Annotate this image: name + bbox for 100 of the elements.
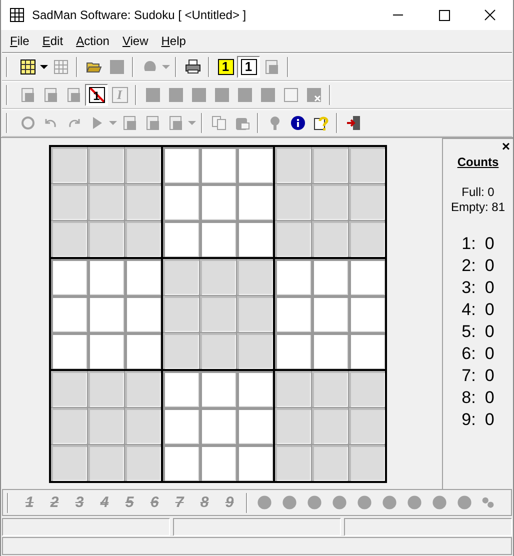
sudoku-cell[interactable] — [88, 146, 124, 182]
circle-icon[interactable] — [356, 494, 373, 511]
sudoku-cell[interactable] — [200, 408, 236, 444]
digit-count: 0 — [484, 365, 494, 387]
circle-icon[interactable] — [256, 494, 273, 511]
sudoku-cell[interactable] — [200, 146, 236, 182]
sudoku-cell[interactable] — [162, 370, 198, 406]
menu-item[interactable]: Help — [154, 34, 192, 48]
sudoku-cell[interactable] — [274, 220, 310, 256]
sudoku-cell[interactable] — [236, 184, 272, 220]
sudoku-cell[interactable] — [236, 332, 272, 368]
sudoku-cell[interactable] — [348, 408, 384, 444]
sudoku-cell[interactable] — [312, 146, 348, 182]
sudoku-cell[interactable] — [312, 370, 348, 406]
sudoku-cell[interactable] — [88, 184, 124, 220]
sudoku-cell[interactable] — [312, 184, 348, 220]
sudoku-cell[interactable] — [348, 220, 384, 256]
menu-item[interactable]: View — [115, 34, 154, 48]
sudoku-cell[interactable] — [124, 296, 160, 332]
sudoku-cell[interactable] — [124, 184, 160, 220]
sudoku-cell[interactable] — [162, 332, 198, 368]
sudoku-cell[interactable] — [236, 408, 272, 444]
sudoku-cell[interactable] — [200, 258, 236, 294]
sudoku-cell[interactable] — [274, 184, 310, 220]
sudoku-cell[interactable] — [50, 296, 86, 332]
sudoku-cell[interactable] — [274, 408, 310, 444]
sudoku-cell[interactable] — [236, 370, 272, 406]
circle-icon[interactable] — [431, 494, 448, 511]
sudoku-cell[interactable] — [88, 296, 124, 332]
sudoku-cell[interactable] — [50, 444, 86, 480]
sudoku-cell[interactable] — [50, 146, 86, 182]
sudoku-cell[interactable] — [124, 220, 160, 256]
sudoku-cell[interactable] — [236, 444, 272, 480]
sudoku-cell[interactable] — [348, 146, 384, 182]
sudoku-cell[interactable] — [50, 258, 86, 294]
sudoku-cell[interactable] — [88, 332, 124, 368]
sudoku-cell[interactable] — [274, 146, 310, 182]
sudoku-cell[interactable] — [50, 332, 86, 368]
sudoku-cell[interactable] — [348, 258, 384, 294]
sudoku-cell[interactable] — [200, 296, 236, 332]
menu-item[interactable]: Edit — [35, 34, 70, 48]
sudoku-cell[interactable] — [162, 408, 198, 444]
sudoku-cell[interactable] — [312, 332, 348, 368]
sudoku-cell[interactable] — [236, 220, 272, 256]
circle-icon[interactable] — [406, 494, 423, 511]
sudoku-cell[interactable] — [274, 296, 310, 332]
sudoku-cell[interactable] — [124, 444, 160, 480]
circle-icon[interactable] — [331, 494, 348, 511]
sudoku-cell[interactable] — [162, 444, 198, 480]
toolbar-button[interactable]: 1 — [237, 56, 260, 78]
panel-close-button[interactable]: × — [502, 139, 510, 153]
sudoku-cell[interactable] — [348, 370, 384, 406]
sudoku-cell[interactable] — [236, 296, 272, 332]
sudoku-cell[interactable] — [200, 332, 236, 368]
sudoku-cell[interactable] — [236, 146, 272, 182]
sudoku-cell[interactable] — [50, 370, 86, 406]
sudoku-cell[interactable] — [50, 408, 86, 444]
sudoku-cell[interactable] — [162, 184, 198, 220]
sudoku-cell[interactable] — [274, 444, 310, 480]
sudoku-cell[interactable] — [88, 220, 124, 256]
sudoku-cell[interactable] — [124, 408, 160, 444]
sudoku-cell[interactable] — [312, 220, 348, 256]
sudoku-cell[interactable] — [124, 370, 160, 406]
sudoku-cell[interactable] — [312, 258, 348, 294]
circle-icon[interactable] — [456, 494, 473, 511]
sudoku-cell[interactable] — [50, 184, 86, 220]
sudoku-cell[interactable] — [200, 184, 236, 220]
sudoku-cell[interactable] — [88, 370, 124, 406]
circle-icon[interactable] — [306, 494, 323, 511]
menu-item[interactable]: File — [3, 34, 36, 48]
sudoku-cell[interactable] — [124, 332, 160, 368]
sudoku-cell[interactable] — [348, 444, 384, 480]
menu-item[interactable]: Action — [69, 34, 116, 48]
sudoku-cell[interactable] — [162, 146, 198, 182]
sudoku-cell[interactable] — [88, 408, 124, 444]
sudoku-cell[interactable] — [236, 258, 272, 294]
circle-icon[interactable] — [381, 494, 398, 511]
circle-icon[interactable] — [281, 494, 298, 511]
sudoku-cell[interactable] — [312, 444, 348, 480]
sudoku-cell[interactable] — [274, 370, 310, 406]
sudoku-cell[interactable] — [274, 258, 310, 294]
sudoku-cell[interactable] — [50, 220, 86, 256]
sudoku-cell[interactable] — [124, 258, 160, 294]
sudoku-cell[interactable] — [200, 220, 236, 256]
sudoku-cell[interactable] — [312, 296, 348, 332]
sudoku-cell[interactable] — [348, 296, 384, 332]
dots-icon[interactable] — [481, 496, 495, 510]
sudoku-cell[interactable] — [124, 146, 160, 182]
sudoku-cell[interactable] — [200, 444, 236, 480]
sudoku-cell[interactable] — [88, 444, 124, 480]
digit-label: 3: — [462, 277, 476, 299]
sudoku-cell[interactable] — [88, 258, 124, 294]
sudoku-cell[interactable] — [162, 258, 198, 294]
sudoku-cell[interactable] — [162, 220, 198, 256]
sudoku-cell[interactable] — [200, 370, 236, 406]
sudoku-cell[interactable] — [348, 332, 384, 368]
sudoku-cell[interactable] — [348, 184, 384, 220]
sudoku-cell[interactable] — [162, 296, 198, 332]
sudoku-cell[interactable] — [274, 332, 310, 368]
sudoku-cell[interactable] — [312, 408, 348, 444]
